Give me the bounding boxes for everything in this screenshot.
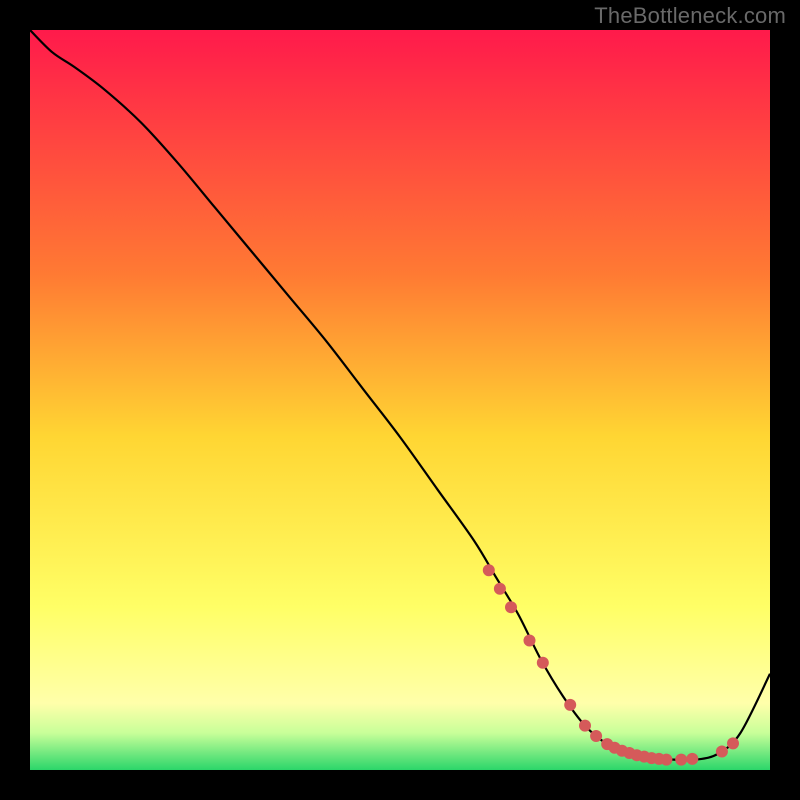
highlight-dot [524, 635, 536, 647]
highlight-dot [686, 753, 698, 765]
gradient-background [30, 30, 770, 770]
highlight-dot [590, 730, 602, 742]
highlight-dot [727, 737, 739, 749]
highlight-dot [675, 754, 687, 766]
chart-frame: TheBottleneck.com [0, 0, 800, 800]
highlight-dot [564, 699, 576, 711]
highlight-dot [579, 720, 591, 732]
highlight-dot [505, 601, 517, 613]
highlight-dot [483, 564, 495, 576]
watermark-text: TheBottleneck.com [594, 3, 786, 29]
plot-area [30, 30, 770, 770]
highlight-dot [537, 657, 549, 669]
highlight-dot [660, 754, 672, 766]
chart-svg [30, 30, 770, 770]
highlight-dot [494, 583, 506, 595]
highlight-dot [716, 746, 728, 758]
